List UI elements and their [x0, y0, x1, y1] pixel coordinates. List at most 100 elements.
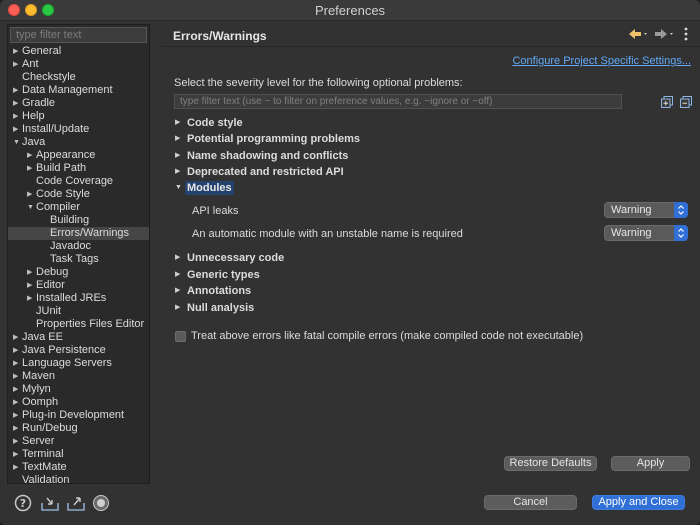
chevron-right-icon[interactable]: ▶	[13, 435, 21, 448]
restore-defaults-button[interactable]: Restore Defaults	[504, 456, 597, 471]
svg-text:?: ?	[20, 497, 26, 510]
tree-item-maven[interactable]: ▶ Maven	[8, 370, 149, 383]
tree-item-installed-jres[interactable]: ▶ Installed JREs	[8, 292, 149, 305]
chevron-right-icon[interactable]: ▶	[175, 116, 183, 130]
tree-item-compiler[interactable]: ▼ Compiler	[8, 201, 149, 214]
chevron-right-icon[interactable]: ▶	[13, 396, 21, 409]
forward-arrow-icon[interactable]	[653, 26, 675, 42]
chevron-up-down-icon[interactable]	[674, 225, 688, 241]
tree-item-appearance[interactable]: ▶ Appearance	[8, 149, 149, 162]
cancel-button[interactable]: Cancel	[484, 495, 577, 510]
export-icon[interactable]	[66, 494, 85, 512]
chevron-right-icon[interactable]: ▶	[27, 149, 35, 162]
title-bar: Preferences	[0, 0, 700, 21]
api-leaks-label: API leaks	[192, 205, 239, 217]
chevron-right-icon[interactable]: ▶	[13, 461, 21, 474]
chevron-right-icon[interactable]: ▶	[27, 279, 35, 292]
chevron-right-icon[interactable]: ▶	[13, 383, 21, 396]
tree-item-debug[interactable]: ▶ Debug	[8, 266, 149, 279]
chevron-right-icon[interactable]: ▶	[27, 162, 35, 175]
tree-item-language-servers[interactable]: ▶ Language Servers	[8, 357, 149, 370]
severity-instructions: Select the severity level for the follow…	[174, 77, 463, 89]
chevron-right-icon[interactable]: ▶	[13, 409, 21, 422]
chevron-right-icon[interactable]: ▶	[13, 58, 21, 71]
chevron-right-icon[interactable]: ▶	[13, 331, 21, 344]
tree-item-ant[interactable]: ▶ Ant	[8, 58, 149, 71]
tree-item-code-coverage[interactable]: Code Coverage	[8, 175, 149, 188]
tree-item-task-tags[interactable]: Task Tags	[8, 253, 149, 266]
chevron-right-icon[interactable]: ▶	[13, 84, 21, 97]
preference-filter-input[interactable]: type filter text (use ~ to filter on pre…	[174, 94, 622, 109]
expand-all-icon[interactable]	[661, 96, 673, 108]
apply-and-close-button[interactable]: Apply and Close	[592, 495, 685, 510]
preferences-sidebar: type filter text ▶ General ▶ Ant Checkstyl…	[7, 24, 150, 484]
chevron-right-icon[interactable]: ▶	[27, 188, 35, 201]
window-title: Preferences	[314, 3, 386, 18]
tree-item-errors-warnings[interactable]: Errors/Warnings	[8, 227, 149, 240]
sidebar-filter-input[interactable]: type filter text	[10, 27, 147, 43]
errors-warnings-page: Errors/Warnings Configure Project Specif…	[162, 24, 700, 484]
back-arrow-icon[interactable]	[627, 26, 649, 42]
chevron-right-icon[interactable]: ▶	[175, 165, 183, 179]
chevron-right-icon[interactable]: ▶	[175, 132, 183, 146]
tree-item-checkstyle[interactable]: Checkstyle	[8, 71, 149, 84]
apply-button[interactable]: Apply	[611, 456, 690, 471]
tree-item-install-update[interactable]: ▶ Install/Update	[8, 123, 149, 136]
header-divider	[162, 46, 700, 47]
chevron-right-icon[interactable]: ▶	[175, 301, 183, 315]
configure-project-settings-link[interactable]: Configure Project Specific Settings...	[512, 55, 691, 67]
fatal-errors-label: Treat above errors like fatal compile er…	[191, 330, 584, 342]
chevron-right-icon[interactable]: ▶	[27, 292, 35, 305]
tree-item-gradle[interactable]: ▶ Gradle	[8, 97, 149, 110]
tree-item-java-ee[interactable]: ▶ Java EE	[8, 331, 149, 344]
tree-item-validation[interactable]: Validation	[8, 474, 149, 483]
tree-item-server[interactable]: ▶ Server	[8, 435, 149, 448]
view-menu-icon[interactable]	[683, 27, 689, 41]
chevron-right-icon[interactable]: ▶	[175, 251, 183, 265]
tree-item-java-persistence[interactable]: ▶ Java Persistence	[8, 344, 149, 357]
tree-item-junit[interactable]: JUnit	[8, 305, 149, 318]
tree-item-plugin-development[interactable]: ▶ Plug-in Development	[8, 409, 149, 422]
tree-item-mylyn[interactable]: ▶ Mylyn	[8, 383, 149, 396]
chevron-up-down-icon[interactable]	[674, 202, 688, 218]
chevron-right-icon[interactable]: ▶	[13, 45, 21, 58]
chevron-right-icon[interactable]: ▶	[13, 110, 21, 123]
tree-item-oomph[interactable]: ▶ Oomph	[8, 396, 149, 409]
chevron-right-icon[interactable]: ▶	[13, 97, 21, 110]
fatal-errors-checkbox[interactable]	[175, 331, 186, 342]
tree-item-building[interactable]: Building	[8, 214, 149, 227]
chevron-right-icon[interactable]: ▶	[13, 370, 21, 383]
tree-item-javadoc[interactable]: Javadoc	[8, 240, 149, 253]
tree-item-help[interactable]: ▶ Help	[8, 110, 149, 123]
chevron-right-icon[interactable]: ▶	[13, 448, 21, 461]
tree-item-java[interactable]: ▼ Java	[8, 136, 149, 149]
chevron-right-icon[interactable]: ▶	[175, 284, 183, 298]
chevron-right-icon[interactable]: ▶	[13, 123, 21, 136]
chevron-right-icon[interactable]: ▶	[175, 268, 183, 282]
chevron-right-icon[interactable]: ▶	[175, 149, 183, 163]
help-icon[interactable]: ?	[14, 494, 32, 512]
tree-item-terminal[interactable]: ▶ Terminal	[8, 448, 149, 461]
tree-item-textmate[interactable]: ▶ TextMate	[8, 461, 149, 474]
tree-item-data-management[interactable]: ▶ Data Management	[8, 84, 149, 97]
chevron-down-icon[interactable]: ▼	[175, 181, 183, 195]
oomph-record-icon[interactable]	[92, 494, 110, 512]
api-leaks-select[interactable]: Warning	[604, 202, 688, 218]
tree-item-general[interactable]: ▶ General	[8, 45, 149, 58]
chevron-right-icon[interactable]: ▶	[13, 357, 21, 370]
unstable-module-value: Warning	[611, 227, 652, 239]
chevron-right-icon[interactable]: ▶	[13, 422, 21, 435]
tree-item-build-path[interactable]: ▶ Build Path	[8, 162, 149, 175]
chevron-right-icon[interactable]: ▶	[27, 266, 35, 279]
tree-item-run-debug[interactable]: ▶ Run/Debug	[8, 422, 149, 435]
tree-item-editor[interactable]: ▶ Editor	[8, 279, 149, 292]
chevron-down-icon[interactable]: ▼	[13, 136, 21, 149]
tree-item-code-style[interactable]: ▶ Code Style	[8, 188, 149, 201]
preferences-window: Preferences type filter text ▶ General ▶ A…	[0, 0, 700, 525]
chevron-right-icon[interactable]: ▶	[13, 344, 21, 357]
tree-item-properties-files-editor[interactable]: Properties Files Editor	[8, 318, 149, 331]
import-icon[interactable]	[40, 494, 59, 512]
collapse-all-icon[interactable]	[680, 96, 692, 108]
unstable-module-select[interactable]: Warning	[604, 225, 688, 241]
chevron-down-icon[interactable]: ▼	[27, 201, 35, 214]
